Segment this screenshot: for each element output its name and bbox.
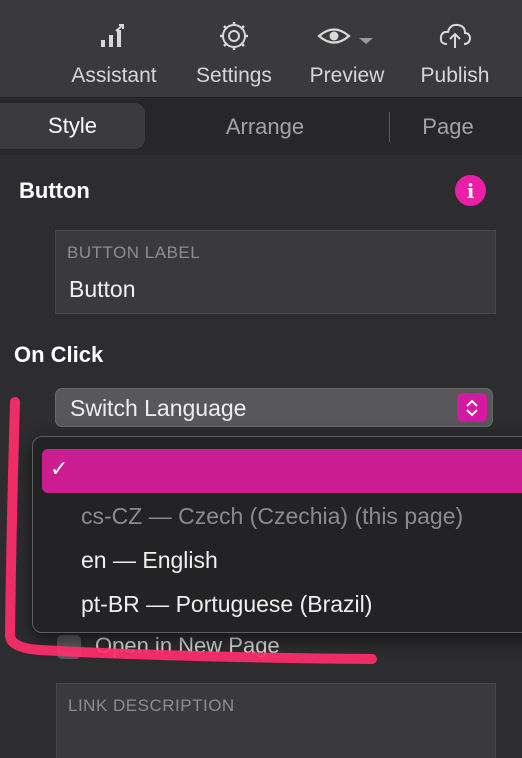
link-description-caption: LINK DESCRIPTION [68, 696, 235, 715]
tab-arrange[interactable]: Arrange [180, 99, 350, 155]
preview-label: Preview [309, 64, 385, 87]
open-new-page-label: Open in New Page [95, 633, 280, 658]
assistant-label: Assistant [71, 64, 157, 87]
eye-icon [315, 18, 379, 54]
toolbar: Assistant Settings Preview Publish [0, 0, 522, 98]
on-click-action-value: Switch Language [70, 395, 247, 421]
info-icon[interactable]: i [455, 175, 486, 206]
cloud-upload-icon [438, 18, 472, 54]
chevron-down-icon [359, 38, 373, 44]
button-label-value: Button [69, 276, 136, 302]
link-description-field[interactable]: LINK DESCRIPTION [56, 683, 496, 758]
dropdown-option-cs-cz: cs-CZ — Czech (Czechia) (this page) [81, 503, 464, 529]
on-click-title: On Click [14, 342, 104, 367]
chart-bars-icon [98, 18, 130, 54]
open-new-page-checkbox[interactable] [57, 635, 81, 659]
dropdown-option-en[interactable]: en — English [81, 547, 218, 574]
inspector-tab-bar: Style Arrange Page [0, 99, 522, 155]
language-dropdown-menu: ✓ cs-CZ — Czech (Czechia) (this page) en… [32, 436, 522, 633]
dropdown-option-pt-br[interactable]: pt-BR — Portuguese (Brazil) [81, 591, 372, 618]
settings-label: Settings [196, 64, 272, 87]
tab-page[interactable]: Page [392, 99, 504, 155]
settings-button[interactable]: Settings [188, 0, 280, 98]
section-title: Button [19, 178, 90, 203]
button-label-caption: BUTTON LABEL [67, 243, 201, 262]
assistant-button[interactable]: Assistant [66, 0, 162, 98]
tab-style[interactable]: Style [0, 103, 145, 149]
tab-divider [389, 112, 390, 142]
preview-button[interactable]: Preview [303, 0, 391, 98]
publish-button[interactable]: Publish [413, 0, 497, 98]
updown-chevron-icon [457, 393, 487, 422]
gear-icon [218, 18, 250, 54]
publish-label: Publish [420, 64, 490, 87]
dropdown-option-selected[interactable] [42, 449, 522, 493]
on-click-action-select[interactable]: Switch Language [55, 388, 493, 427]
button-label-field[interactable]: BUTTON LABEL Button [55, 230, 496, 314]
checkmark-icon: ✓ [50, 457, 69, 482]
